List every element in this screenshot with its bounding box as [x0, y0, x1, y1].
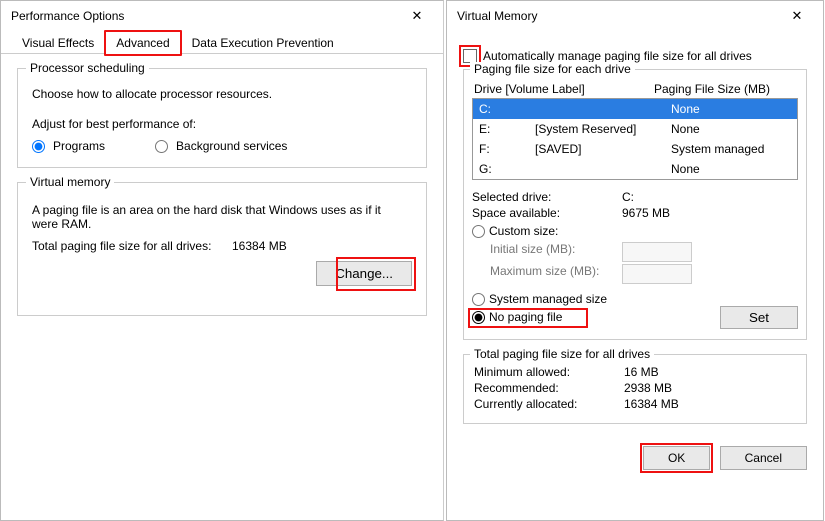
vm-desc: A paging file is an area on the hard dis…: [32, 203, 392, 231]
radio-sys-managed-label: System managed size: [489, 292, 607, 306]
space-avail-value: 9675 MB: [622, 206, 670, 220]
current-alloc-value: 16384 MB: [624, 397, 679, 411]
cancel-button[interactable]: Cancel: [720, 446, 807, 470]
current-alloc-label: Currently allocated:: [474, 397, 624, 411]
radio-programs-label: Programs: [53, 139, 105, 153]
drive-letter: E:: [479, 121, 535, 137]
drive-row[interactable]: F:[SAVED]System managed: [473, 139, 797, 159]
radio-programs-input[interactable]: [32, 140, 45, 153]
group-legend: Processor scheduling: [26, 61, 149, 75]
space-avail-label: Space available:: [472, 206, 622, 220]
radio-sys-managed-input[interactable]: [472, 293, 485, 306]
drive-label: [535, 161, 671, 177]
initial-size-label: Initial size (MB):: [472, 242, 622, 262]
drive-list-header: Drive [Volume Label] Paging File Size (M…: [474, 82, 796, 96]
recommended-label: Recommended:: [474, 381, 624, 395]
drive-size: None: [671, 121, 791, 137]
radio-background-input[interactable]: [155, 140, 168, 153]
selected-drive-label: Selected drive:: [472, 190, 622, 204]
radio-background[interactable]: Background services: [155, 139, 287, 153]
drive-group: Paging file size for each drive Drive [V…: [463, 69, 807, 340]
processor-scheduling-group: Processor scheduling Choose how to alloc…: [17, 68, 427, 168]
radio-no-paging[interactable]: No paging file: [472, 310, 798, 324]
maximum-size-input: [622, 264, 692, 284]
adjust-label: Adjust for best performance of:: [32, 117, 412, 131]
auto-manage-checkbox[interactable]: [463, 49, 477, 63]
drive-letter: F:: [479, 141, 535, 157]
cancel-button-label: Cancel: [745, 451, 782, 465]
change-button[interactable]: Change...: [316, 261, 412, 286]
ok-button-label: OK: [668, 451, 685, 465]
radio-no-paging-input[interactable]: [472, 311, 485, 324]
total-label: Total paging file size for all drives:: [32, 239, 232, 253]
radio-custom-input[interactable]: [472, 225, 485, 238]
drive-size: None: [671, 101, 791, 117]
desc-text: Choose how to allocate processor resourc…: [32, 87, 412, 101]
header-size: Paging File Size (MB): [654, 82, 770, 96]
tab-dep[interactable]: Data Execution Prevention: [181, 31, 345, 54]
drive-letter: C:: [479, 101, 535, 117]
drive-row[interactable]: G: None: [473, 159, 797, 179]
drive-label: [SAVED]: [535, 141, 671, 157]
group-legend: Total paging file size for all drives: [470, 347, 654, 361]
radio-background-label: Background services: [176, 139, 287, 153]
group-legend: Paging file size for each drive: [470, 62, 635, 76]
totals-group: Total paging file size for all drives Mi…: [463, 354, 807, 424]
selected-drive-value: C:: [622, 190, 634, 204]
radio-custom-size[interactable]: Custom size:: [472, 224, 798, 238]
drive-label: [535, 101, 671, 117]
close-icon[interactable]: ✕: [779, 8, 815, 24]
group-legend: Virtual memory: [26, 175, 114, 189]
drive-size: System managed: [671, 141, 791, 157]
radio-system-managed[interactable]: System managed size: [472, 292, 798, 306]
min-allowed-label: Minimum allowed:: [474, 365, 624, 379]
tab-bar: Visual Effects Advanced Data Execution P…: [1, 31, 443, 54]
window-title: Virtual Memory: [455, 9, 537, 23]
radio-custom-label: Custom size:: [489, 224, 558, 238]
drive-letter: G:: [479, 161, 535, 177]
radio-programs[interactable]: Programs: [32, 139, 105, 153]
virtual-memory-group: Virtual memory A paging file is an area …: [17, 182, 427, 316]
titlebar: Virtual Memory ✕: [447, 1, 823, 31]
header-drive: Drive [Volume Label]: [474, 82, 654, 96]
tab-advanced-label: Advanced: [116, 36, 169, 50]
titlebar: Performance Options ✕: [1, 1, 443, 31]
performance-options-window: Performance Options ✕ Visual Effects Adv…: [0, 0, 444, 521]
close-icon[interactable]: ✕: [399, 8, 435, 24]
total-value: 16384 MB: [232, 239, 287, 253]
window-title: Performance Options: [9, 9, 124, 23]
tab-advanced[interactable]: Advanced: [105, 31, 180, 54]
drive-size: None: [671, 161, 791, 177]
drive-list[interactable]: C:NoneE:[System Reserved]NoneF:[SAVED]Sy…: [472, 98, 798, 180]
drive-row[interactable]: C: None: [473, 99, 797, 119]
change-button-label: Change...: [335, 266, 393, 281]
initial-size-input: [622, 242, 692, 262]
virtual-memory-window: Virtual Memory ✕ Automatically manage pa…: [446, 0, 824, 521]
radio-no-paging-label: No paging file: [489, 310, 562, 324]
drive-label: [System Reserved]: [535, 121, 671, 137]
drive-row[interactable]: E:[System Reserved]None: [473, 119, 797, 139]
tab-visual-effects[interactable]: Visual Effects: [11, 31, 105, 54]
auto-manage-label: Automatically manage paging file size fo…: [483, 49, 752, 63]
ok-button[interactable]: OK: [643, 446, 710, 470]
min-allowed-value: 16 MB: [624, 365, 659, 379]
maximum-size-label: Maximum size (MB):: [472, 264, 622, 284]
recommended-value: 2938 MB: [624, 381, 672, 395]
